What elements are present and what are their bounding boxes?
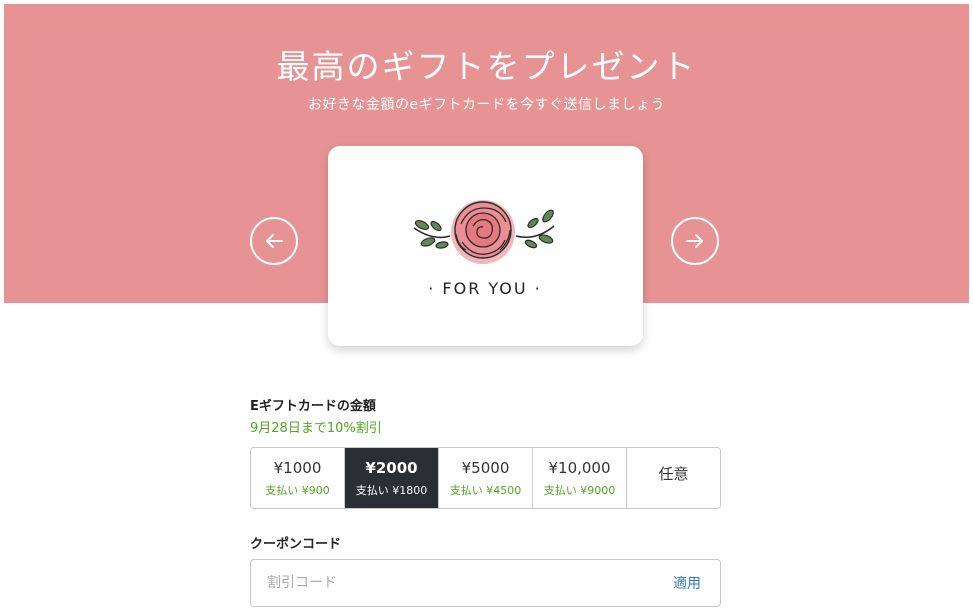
coupon-label: クーポンコード — [250, 537, 342, 552]
amount-value: ¥2000 — [365, 458, 418, 477]
rose-flower-icon — [413, 200, 555, 264]
amount-value: ¥10,000 — [548, 458, 611, 477]
page-title: 最高のギフトをプレゼント — [276, 47, 697, 86]
amount-pay-price: 支払い ¥4500 — [449, 483, 522, 497]
amount-pay-price: 支払い ¥900 — [265, 483, 330, 497]
gift-card-preview[interactable]: · FOR YOU · — [328, 146, 643, 346]
amount-option-5000[interactable]: ¥5000 支払い ¥4500 — [439, 448, 533, 508]
gift-card-form: Eギフトカードの金額 9月28日まで10%割引 ¥1000 支払い ¥900 ¥… — [250, 395, 721, 607]
gift-card-page: 最高のギフトをプレゼント お好きな金額のeギフトカードを今すぐ送信しましょう ·… — [0, 0, 973, 612]
amount-pay-price: 支払い ¥9000 — [543, 483, 616, 497]
amount-value: 任意 — [658, 464, 689, 483]
amount-value: ¥1000 — [273, 458, 322, 477]
amount-option-custom[interactable]: 任意 — [627, 448, 720, 508]
coupon-apply-button[interactable]: 適用 — [654, 573, 720, 593]
amount-value: ¥5000 — [461, 458, 510, 477]
coupon-field: 適用 — [250, 559, 721, 607]
page-subtitle: お好きな金額のeギフトカードを今すぐ送信しましょう — [307, 97, 666, 113]
amount-option-1000[interactable]: ¥1000 支払い ¥900 — [251, 448, 345, 508]
coupon-input[interactable] — [251, 575, 654, 591]
carousel-prev-button[interactable] — [250, 217, 298, 265]
amount-options: ¥1000 支払い ¥900 ¥2000 支払い ¥1800 ¥5000 支払い… — [250, 447, 721, 509]
amount-pay-price: 支払い ¥1800 — [355, 483, 428, 497]
arrow-left-icon — [266, 234, 283, 248]
arrow-right-icon — [686, 234, 703, 248]
amount-option-10000[interactable]: ¥10,000 支払い ¥9000 — [533, 448, 627, 508]
carousel-next-button[interactable] — [671, 217, 719, 265]
amount-option-2000[interactable]: ¥2000 支払い ¥1800 — [345, 448, 439, 508]
amount-label: Eギフトカードの金額 — [250, 399, 376, 414]
card-message: · FOR YOU · — [428, 279, 542, 298]
amount-promo: 9月28日まで10%割引 — [250, 421, 382, 436]
